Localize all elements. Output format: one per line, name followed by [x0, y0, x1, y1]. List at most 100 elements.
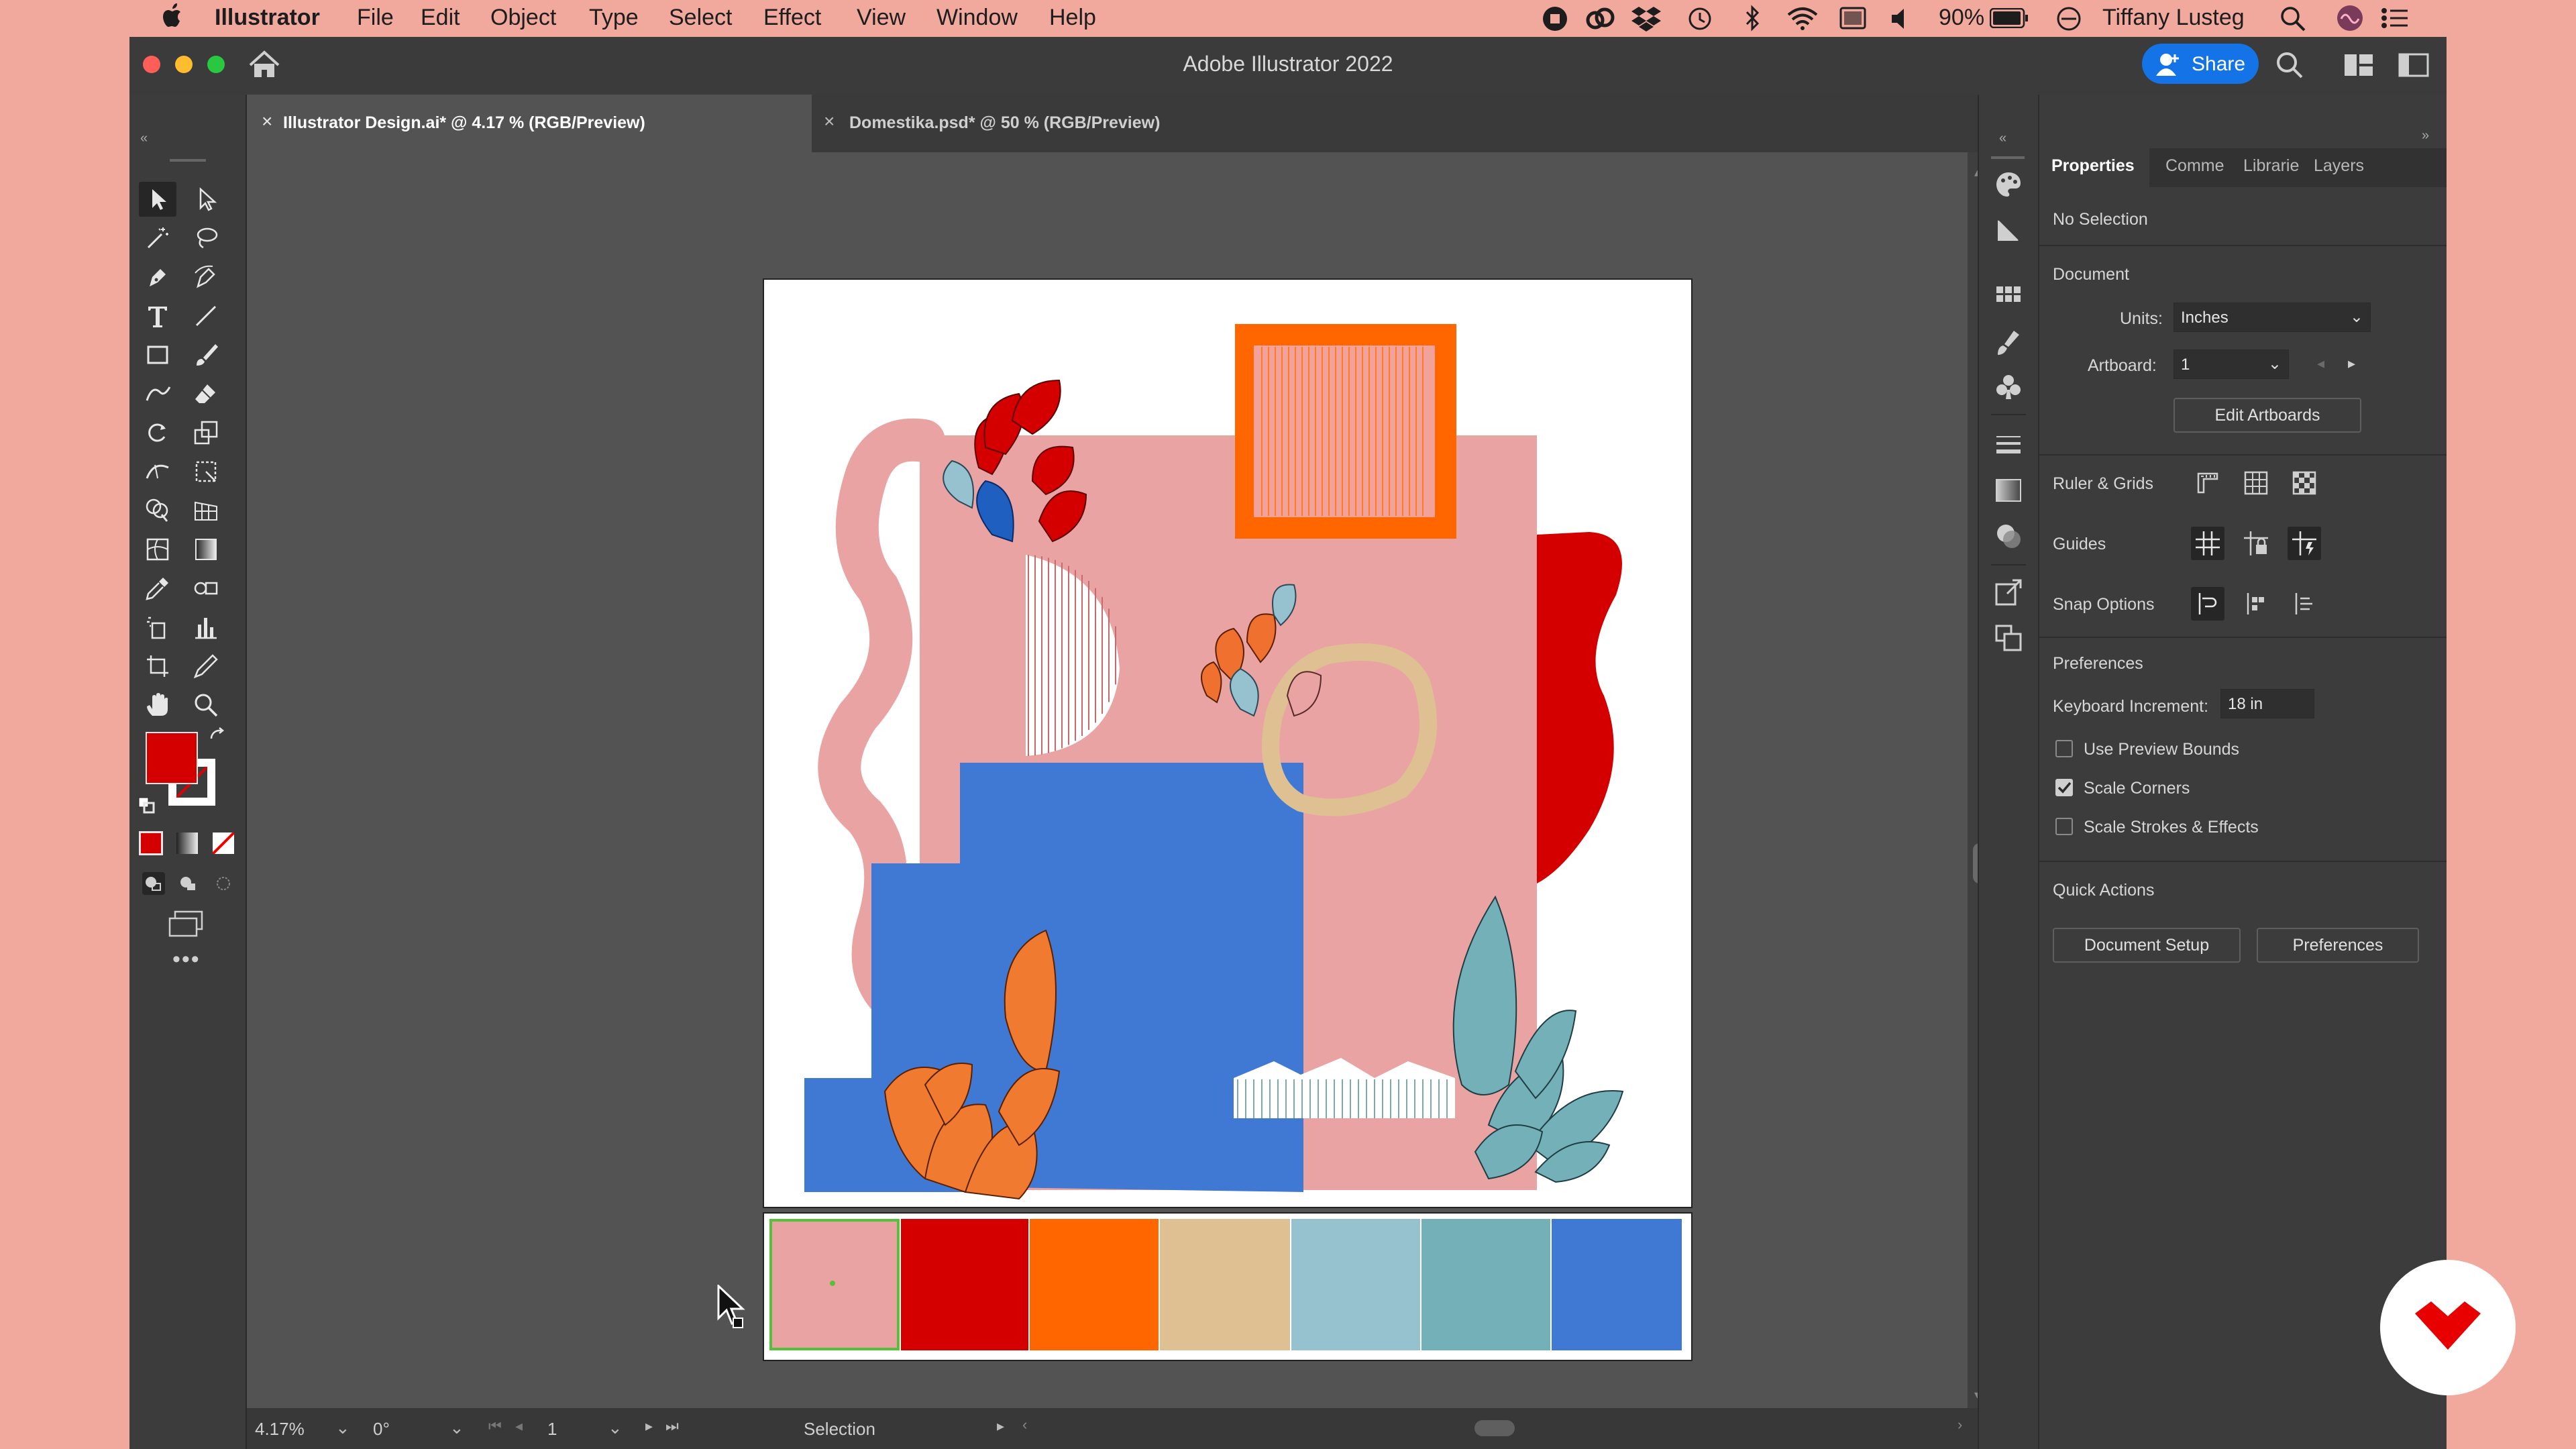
workspace-switcher-icon[interactable] — [2343, 52, 2374, 82]
artboard-dropdown[interactable]: 1 ⌄ — [2174, 350, 2289, 379]
curvature-tool-icon[interactable] — [187, 260, 225, 294]
brushes-panel-icon[interactable] — [1994, 328, 2023, 358]
eyedropper-tool-icon[interactable] — [139, 571, 176, 606]
last-artboard-icon[interactable]: ⏭ — [665, 1417, 679, 1435]
artboards-panel-icon[interactable] — [1994, 623, 2023, 653]
scroll-right-icon[interactable]: › — [1957, 1416, 1962, 1434]
keyboard-increment-input[interactable]: 18 in — [2220, 689, 2314, 718]
transparency-panel-icon[interactable] — [1994, 521, 2023, 551]
next-artboard-icon[interactable]: ▸ — [645, 1417, 653, 1435]
menu-file[interactable]: File — [357, 5, 394, 31]
blend-tool-icon[interactable] — [187, 571, 225, 606]
magic-wand-tool-icon[interactable] — [139, 221, 176, 256]
tab-properties[interactable]: Properties — [2051, 156, 2135, 176]
time-machine-icon[interactable] — [1686, 5, 1713, 38]
dropbox-icon[interactable] — [1631, 4, 1661, 38]
none-mode-icon[interactable] — [213, 833, 234, 854]
tab-domestika[interactable]: × Domestika.psd* @ 50 % (RGB/Preview) — [812, 95, 1187, 152]
share-button[interactable]: Share — [2142, 44, 2259, 84]
color-guide-icon[interactable] — [1994, 215, 2023, 245]
paintbrush-tool-icon[interactable] — [187, 337, 225, 372]
artboard[interactable] — [763, 278, 1693, 1208]
menu-select[interactable]: Select — [669, 5, 733, 31]
default-fill-stroke-icon[interactable] — [138, 796, 156, 818]
zoom-tool-icon[interactable] — [187, 688, 225, 722]
artboard-tool-icon[interactable] — [139, 649, 176, 684]
focus-icon[interactable] — [2055, 5, 2082, 38]
slice-tool-icon[interactable] — [187, 649, 225, 684]
document-setup-button[interactable]: Document Setup — [2053, 928, 2241, 963]
artwork[interactable] — [764, 280, 1691, 1207]
menu-effect[interactable]: Effect — [763, 5, 821, 31]
collapse-strip-icon[interactable]: « — [1999, 131, 2006, 146]
snap-to-glyph-icon[interactable] — [2288, 587, 2321, 621]
zoom-level[interactable]: 4.17% — [255, 1419, 305, 1440]
close-tab-icon[interactable]: × — [824, 111, 835, 132]
show-guides-icon[interactable] — [2191, 527, 2224, 560]
lock-guides-icon[interactable] — [2239, 527, 2273, 560]
column-graph-tool-icon[interactable] — [187, 610, 225, 645]
units-dropdown[interactable]: Inches ⌄ — [2174, 303, 2371, 332]
edit-artboards-button[interactable]: Edit Artboards — [2174, 398, 2361, 433]
direct-selection-tool-icon[interactable] — [187, 182, 225, 217]
menu-app-name[interactable]: Illustrator — [215, 5, 320, 31]
menu-view[interactable]: View — [857, 5, 906, 31]
menu-edit[interactable]: Edit — [421, 5, 460, 31]
preferences-button[interactable]: Preferences — [2257, 928, 2419, 963]
next-artboard-icon[interactable]: ▸ — [2348, 355, 2355, 372]
perspective-grid-tool-icon[interactable] — [187, 493, 225, 528]
export-panel-icon[interactable] — [1994, 578, 2023, 607]
color-mode-icon[interactable] — [139, 831, 163, 855]
shape-builder-tool-icon[interactable] — [139, 493, 176, 528]
menu-help[interactable]: Help — [1049, 5, 1096, 31]
transparency-grid-icon[interactable] — [2288, 466, 2321, 500]
artboard-dropdown-icon[interactable]: ⌄ — [608, 1417, 623, 1438]
selection-tool-icon[interactable] — [139, 182, 176, 217]
type-tool-icon[interactable] — [139, 299, 176, 333]
rotation-dropdown-icon[interactable]: ⌄ — [449, 1417, 464, 1438]
draw-behind-icon[interactable] — [176, 871, 201, 899]
scroll-left-icon[interactable]: ‹ — [1022, 1416, 1027, 1434]
scale-strokes-checkbox[interactable] — [2055, 818, 2073, 835]
tab-layers[interactable]: Layers — [2314, 156, 2364, 176]
swatch-blue[interactable] — [1552, 1219, 1682, 1350]
stroke-panel-icon[interactable] — [1994, 430, 2023, 460]
rotation-value[interactable]: 0° — [373, 1419, 390, 1440]
swatch-orange[interactable] — [1030, 1219, 1159, 1350]
eraser-tool-icon[interactable] — [187, 376, 225, 411]
tab-comments[interactable]: Comme — [2165, 156, 2224, 176]
shaper-tool-icon[interactable] — [139, 376, 176, 411]
prev-artboard-icon[interactable]: ◂ — [515, 1417, 523, 1435]
strip-grip[interactable] — [1991, 156, 2025, 159]
tab-illustrator-design[interactable]: × Illustrator Design.ai* @ 4.17 % (RGB/P… — [247, 95, 812, 152]
wifi-icon[interactable] — [1787, 7, 1818, 37]
zoom-dropdown-icon[interactable]: ⌄ — [335, 1417, 350, 1438]
mesh-tool-icon[interactable] — [139, 532, 176, 567]
gradient-mode-icon[interactable] — [176, 833, 198, 854]
swatch-red[interactable] — [901, 1219, 1028, 1350]
record-icon[interactable] — [1542, 5, 1568, 38]
smart-guides-icon[interactable] — [2288, 527, 2321, 560]
swatch-tan[interactable] — [1160, 1219, 1290, 1350]
width-tool-icon[interactable] — [139, 454, 176, 489]
first-artboard-icon[interactable]: ⏮ — [488, 1417, 502, 1435]
status-menu-icon[interactable]: ▸ — [997, 1417, 1004, 1435]
lasso-tool-icon[interactable] — [187, 221, 225, 256]
gradient-tool-icon[interactable] — [187, 532, 225, 567]
panel-layout-icon[interactable] — [2398, 52, 2429, 82]
rotate-tool-icon[interactable] — [139, 415, 176, 450]
gradient-panel-icon[interactable] — [1994, 476, 2023, 505]
volume-icon[interactable] — [1890, 7, 1911, 37]
color-palette-artboard[interactable] — [763, 1212, 1693, 1361]
line-segment-tool-icon[interactable] — [187, 299, 225, 333]
symbol-sprayer-tool-icon[interactable] — [139, 610, 176, 645]
hand-tool-icon[interactable] — [139, 688, 176, 722]
scale-corners-checkbox[interactable] — [2055, 779, 2073, 796]
draw-inside-icon[interactable] — [211, 871, 235, 899]
control-center-icon[interactable] — [2380, 7, 2408, 36]
scale-tool-icon[interactable] — [187, 415, 225, 450]
creative-cloud-icon[interactable] — [1586, 5, 1615, 38]
menu-window[interactable]: Window — [936, 5, 1018, 31]
collapse-panel-icon[interactable]: » — [2422, 128, 2429, 144]
symbols-panel-icon[interactable] — [1994, 372, 2023, 402]
